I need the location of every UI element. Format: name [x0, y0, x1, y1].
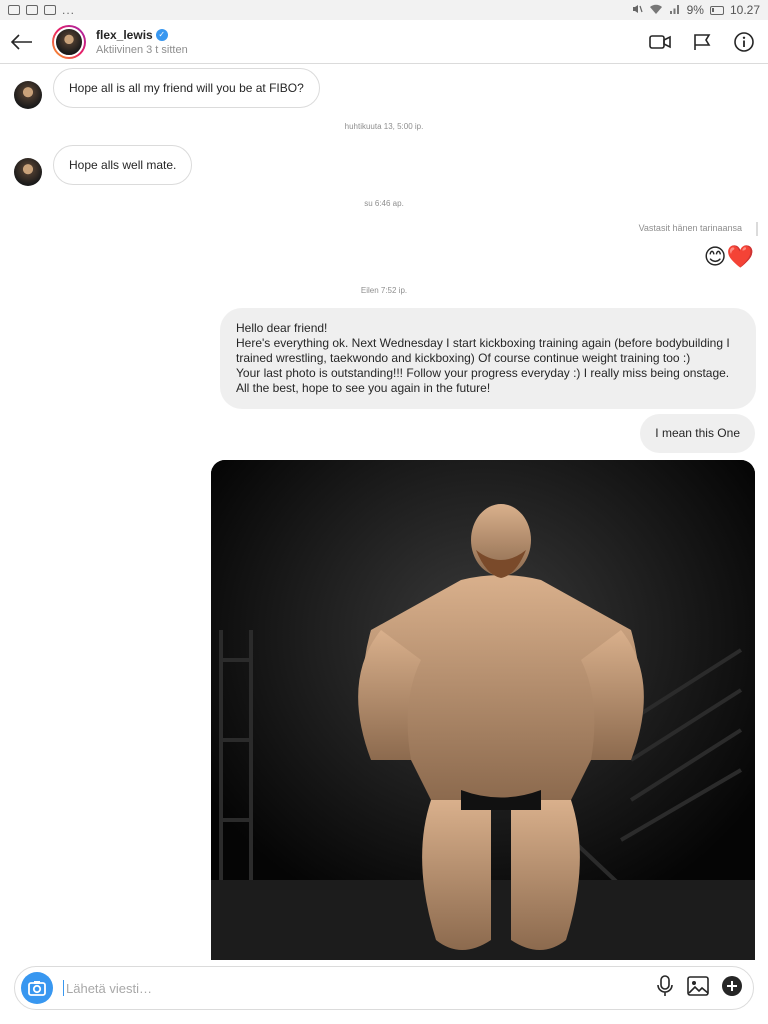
header-actions [646, 28, 768, 56]
video-camera-icon [649, 34, 671, 49]
plus-circle-icon [722, 975, 742, 996]
video-call-button[interactable] [646, 28, 674, 56]
username-row: flex_lewis ✓ [96, 28, 188, 42]
camera-icon [28, 981, 46, 996]
cast-icon [44, 5, 56, 15]
arrow-left-icon [11, 33, 32, 50]
photo-image [211, 460, 755, 960]
gallery-button[interactable] [687, 975, 709, 1001]
message-bubble-outgoing[interactable]: Hello dear friend! Here's everything ok.… [220, 308, 756, 409]
info-icon [734, 31, 754, 52]
message-bubble[interactable]: Hope all is all my friend will you be at… [53, 68, 320, 108]
profile-avatar[interactable] [52, 24, 86, 59]
story-reply-note: Vastasit hänen tarinaansa [638, 223, 742, 233]
shared-photo[interactable] [211, 460, 755, 960]
info-button[interactable] [730, 28, 758, 56]
conversation-title[interactable]: flex_lewis ✓ Aktiivinen 3 t sitten [96, 28, 188, 56]
more-options-button[interactable] [721, 975, 743, 1002]
battery-percent: 9% [686, 3, 704, 17]
composer-actions [655, 974, 747, 1002]
message-row-incoming: Hope alls well mate. [14, 144, 193, 186]
message-bubble-outgoing[interactable]: I mean this One [640, 414, 755, 453]
camera-button[interactable] [21, 972, 53, 1004]
flag-button[interactable] [688, 28, 716, 56]
verified-badge-icon: ✓ [155, 28, 168, 41]
clock: 10.27 [729, 3, 760, 17]
message-input[interactable] [63, 980, 655, 996]
story-reply-indicator [756, 222, 758, 236]
message-line: Hello dear friend! [236, 321, 328, 335]
message-timestamp: Eilen 7:52 ip. [360, 286, 408, 295]
mute-icon [631, 3, 643, 18]
message-line: trained wrestling, taekwondo and kickbox… [236, 351, 691, 365]
battery-icon [709, 5, 724, 15]
gallery-icon [8, 5, 20, 15]
chat-header: flex_lewis ✓ Aktiivinen 3 t sitten [0, 20, 768, 64]
microphone-button[interactable] [655, 974, 675, 1002]
message-bubble[interactable]: Hope alls well mate. [53, 145, 193, 185]
status-left: ... [8, 3, 75, 17]
message-row-incoming: Hope all is all my friend will you be at… [14, 67, 320, 109]
sender-avatar[interactable] [14, 81, 42, 109]
back-button[interactable] [0, 20, 44, 64]
microphone-icon [657, 974, 673, 996]
message-composer [14, 966, 754, 1010]
signal-icon [669, 3, 681, 18]
emoji-reaction[interactable]: 😊❤️ [704, 244, 754, 270]
message-line: Your last photo is outstanding!!! Follow… [236, 366, 730, 380]
message-line: All the best, hope to see you again in t… [236, 381, 491, 395]
wifi-icon [649, 3, 663, 18]
more-notifications-icon: ... [62, 3, 76, 17]
flag-icon [694, 33, 711, 50]
sender-avatar[interactable] [14, 158, 42, 186]
image-icon [687, 975, 709, 996]
message-timestamp: su 6:46 ap. [364, 199, 404, 208]
active-status: Aktiivinen 3 t sitten [96, 43, 188, 56]
mail-icon [26, 5, 38, 15]
message-line: Here's everything ok. Next Wednesday I s… [236, 336, 730, 350]
message-timestamp: huhtikuuta 13, 5:00 ip. [344, 122, 424, 131]
username: flex_lewis [96, 27, 153, 42]
status-bar: ... 9% 10.27 [0, 0, 768, 20]
avatar-image [54, 26, 84, 57]
status-right: 9% 10.27 [631, 3, 760, 18]
